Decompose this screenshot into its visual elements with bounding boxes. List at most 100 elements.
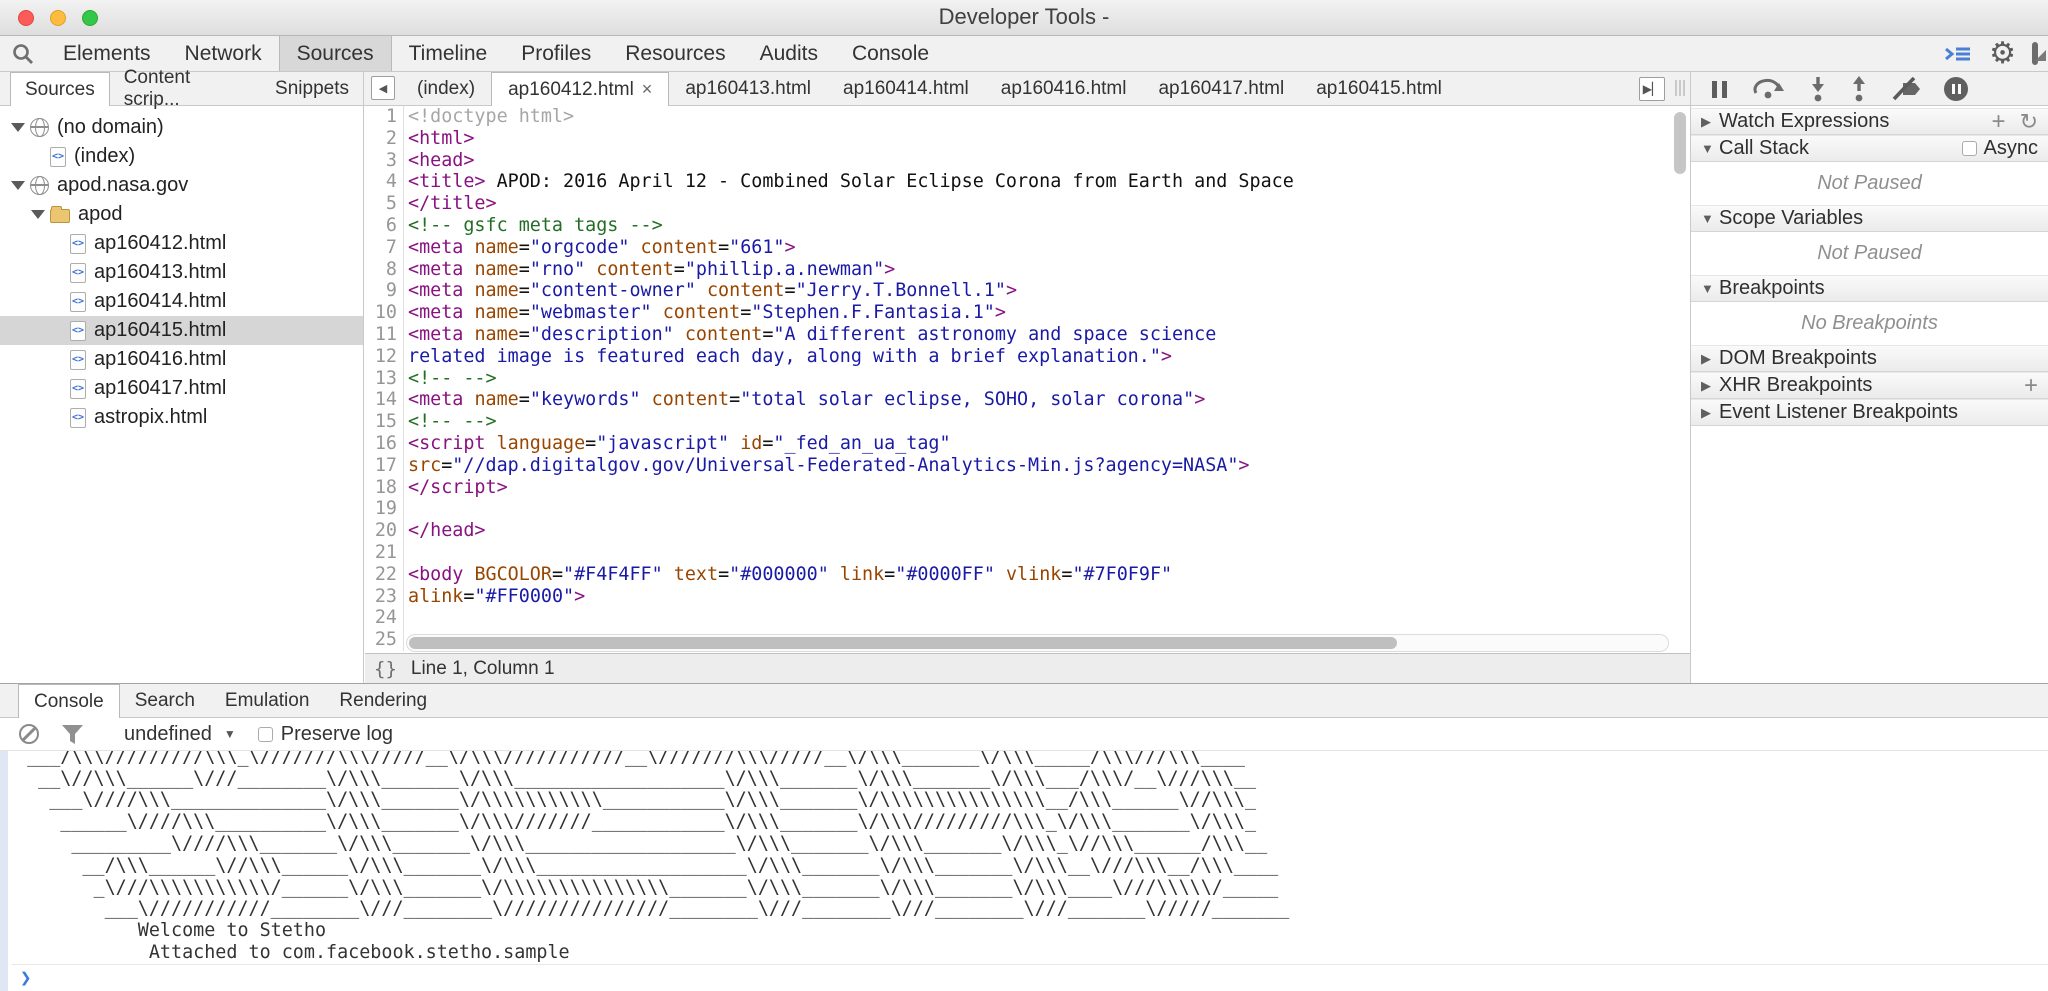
section-header-breakpoints[interactable]: ▼Breakpoints xyxy=(1691,275,2048,302)
console-prompt-row[interactable]: ❯ xyxy=(12,964,2048,991)
section-actions: + xyxy=(2024,372,2038,400)
tree-item-apodnasagov[interactable]: apod.nasa.gov xyxy=(0,171,363,200)
tree-item-ap160413html[interactable]: <>ap160413.html xyxy=(0,258,363,287)
drawer-tab-strip: ConsoleSearchEmulationRendering xyxy=(0,684,2048,718)
line-number: 18 xyxy=(365,477,404,499)
tab-timeline[interactable]: Timeline xyxy=(392,36,505,71)
section-title: Watch Expressions xyxy=(1719,110,1889,133)
section-header-event-listener-breakpoints[interactable]: ▶Event Listener Breakpoints xyxy=(1691,399,2048,426)
tab-sources[interactable]: Sources xyxy=(279,36,392,71)
console-drawer-toggle-icon[interactable] xyxy=(1943,42,1973,66)
async-checkbox[interactable]: Async xyxy=(1962,137,2038,160)
step-into-button[interactable] xyxy=(1809,76,1827,102)
drawer-tab-console[interactable]: Console xyxy=(18,684,120,718)
console-output[interactable]: _____/\\\\\\\\\\\____/\\\\\\\\\\\\\\\__/… xyxy=(0,751,2048,991)
code-line: 2<html> xyxy=(365,128,1689,150)
zoom-window-button[interactable] xyxy=(82,10,98,26)
line-number: 16 xyxy=(365,433,404,455)
settings-gear-icon[interactable]: ⚙ xyxy=(1989,39,2016,69)
sidebar-tab-contentscrip[interactable]: Content scrip... xyxy=(110,72,261,106)
step-over-button[interactable] xyxy=(1752,78,1786,100)
code-editor[interactable]: 1<!doctype html>2<html>3<head>4<title> A… xyxy=(365,106,1689,653)
pause-script-button[interactable] xyxy=(1709,81,1729,98)
tree-item-ap160416html[interactable]: <>ap160416.html xyxy=(0,345,363,374)
drawer-tab-rendering[interactable]: Rendering xyxy=(324,684,442,718)
devtools-window: { "window": { "title": "Developer Tools … xyxy=(0,0,2048,991)
minimize-window-button[interactable] xyxy=(50,10,66,26)
editor-tab-ap160412html[interactable]: ap160412.html× xyxy=(491,72,669,106)
tree-expand-arrow-icon[interactable] xyxy=(30,210,46,219)
code-line: 6<!-- gsfc meta tags --> xyxy=(365,215,1689,237)
tree-item-apod[interactable]: apod xyxy=(0,200,363,229)
code-line: 24 xyxy=(365,607,1689,629)
step-out-button[interactable] xyxy=(1850,76,1868,102)
section-title: Scope Variables xyxy=(1719,207,1863,230)
tab-elements[interactable]: Elements xyxy=(46,36,168,71)
drawer-tab-search[interactable]: Search xyxy=(120,684,210,718)
tab-resources[interactable]: Resources xyxy=(608,36,742,71)
line-number: 23 xyxy=(365,586,404,608)
panel-bar: SourcesContent scrip...Snippets ◀ (index… xyxy=(0,72,2048,106)
tree-item-ap160415html[interactable]: <>ap160415.html xyxy=(0,316,363,345)
section-title: Call Stack xyxy=(1719,137,1809,160)
close-window-button[interactable] xyxy=(18,10,34,26)
tab-overflow-icon[interactable]: ▶▏ xyxy=(1639,77,1665,101)
editor-tab-label: ap160417.html xyxy=(1158,78,1284,100)
code-line: 14<meta name="keywords" content="total s… xyxy=(365,389,1689,411)
tree-item-ap160414html[interactable]: <>ap160414.html xyxy=(0,287,363,316)
chevron-down-icon[interactable]: ▼ xyxy=(224,727,236,741)
editor-tab-ap160416html[interactable]: ap160416.html xyxy=(985,72,1143,106)
tab-audits[interactable]: Audits xyxy=(743,36,835,71)
code-line: 13<!-- --> xyxy=(365,368,1689,390)
sidebar-tab-sources[interactable]: Sources xyxy=(10,72,110,106)
file-icon: <> xyxy=(70,408,86,428)
code-text: <meta name="content-owner" content="Jerr… xyxy=(404,280,1017,302)
execution-context-selector[interactable]: undefined xyxy=(124,723,212,746)
checkbox[interactable] xyxy=(258,727,273,742)
add-icon[interactable]: + xyxy=(1992,108,2006,136)
tree-expand-arrow-icon[interactable] xyxy=(10,181,26,190)
editor-horizontal-scrollbar[interactable] xyxy=(406,634,1669,652)
tree-item-ap160412html[interactable]: <>ap160412.html xyxy=(0,229,363,258)
scrollbar-thumb[interactable] xyxy=(409,637,1397,649)
checkbox[interactable] xyxy=(1962,141,1977,156)
editor-tab-label: ap160414.html xyxy=(843,78,969,100)
drawer-tab-emulation[interactable]: Emulation xyxy=(210,684,325,718)
editor-tab-ap160413html[interactable]: ap160413.html xyxy=(669,72,827,106)
tree-item-nodomain[interactable]: (no domain) xyxy=(0,113,363,142)
refresh-icon[interactable]: ↻ xyxy=(2020,109,2038,135)
editor-tab-ap160415html[interactable]: ap160415.html xyxy=(1300,72,1458,106)
section-header-xhr-breakpoints[interactable]: ▶XHR Breakpoints+ xyxy=(1691,372,2048,399)
line-number: 2 xyxy=(365,128,404,150)
tab-profiles[interactable]: Profiles xyxy=(504,36,608,71)
section-header-call-stack[interactable]: ▼Call StackAsync xyxy=(1691,135,2048,162)
preserve-log-checkbox[interactable]: Preserve log xyxy=(258,723,393,746)
tree-item-index[interactable]: <>(index) xyxy=(0,142,363,171)
section-header-scope-variables[interactable]: ▼Scope Variables xyxy=(1691,205,2048,232)
line-number: 25 xyxy=(365,629,404,651)
tab-network[interactable]: Network xyxy=(168,36,279,71)
tab-console[interactable]: Console xyxy=(835,36,946,71)
close-tab-icon[interactable]: × xyxy=(642,79,653,100)
clear-console-icon[interactable] xyxy=(19,724,39,744)
code-line: 3<head> xyxy=(365,150,1689,172)
sidebar-tab-snippets[interactable]: Snippets xyxy=(261,72,363,106)
tree-item-astropixhtml[interactable]: <>astropix.html xyxy=(0,403,363,432)
chevron-down-icon: ▼ xyxy=(1701,281,1719,296)
filter-icon[interactable] xyxy=(61,724,84,745)
editor-tab-ap160417html[interactable]: ap160417.html xyxy=(1142,72,1300,106)
deactivate-breakpoints-button[interactable] xyxy=(1891,77,1921,101)
dock-side-icon[interactable] xyxy=(2032,45,2038,63)
add-icon[interactable]: + xyxy=(2024,372,2038,400)
tree-item-ap160417html[interactable]: <>ap160417.html xyxy=(0,374,363,403)
tree-expand-arrow-icon[interactable] xyxy=(10,123,26,132)
hide-navigator-icon[interactable]: ◀ xyxy=(371,76,395,100)
editor-vertical-scrollbar[interactable] xyxy=(1674,112,1686,174)
editor-tab-index[interactable]: (index) xyxy=(401,72,491,106)
section-header-dom-breakpoints[interactable]: ▶DOM Breakpoints xyxy=(1691,345,2048,372)
section-header-watch-expressions[interactable]: ▶Watch Expressions+↻ xyxy=(1691,108,2048,135)
pause-on-exceptions-button[interactable] xyxy=(1944,77,1968,101)
editor-tab-ap160414html[interactable]: ap160414.html xyxy=(827,72,985,106)
search-icon[interactable] xyxy=(0,36,46,71)
pretty-print-icon[interactable]: {} xyxy=(365,658,411,680)
